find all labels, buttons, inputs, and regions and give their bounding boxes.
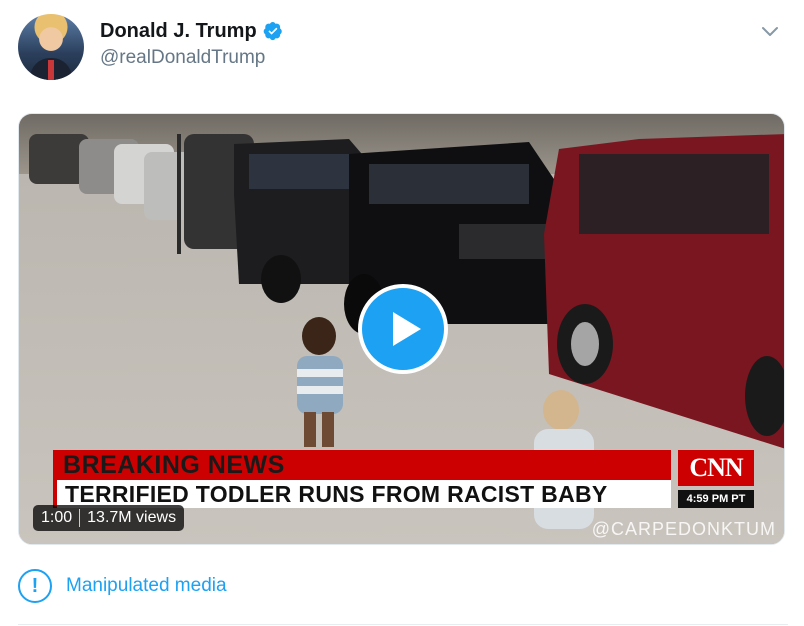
video-player[interactable]: BREAKING NEWS TERRIFIED TODLER RUNS FROM…: [18, 113, 785, 545]
user-info[interactable]: Donald J. Trump @realDonaldTrump: [100, 18, 283, 69]
bottom-divider: [18, 624, 788, 625]
chevron-down-icon[interactable]: [758, 22, 782, 42]
author-handle[interactable]: @realDonaldTrump: [100, 47, 283, 69]
video-views: 13.7M views: [87, 509, 177, 526]
headline-banner: TERRIFIED TODLER RUNS FROM RACIST BABY: [53, 480, 671, 508]
avatar[interactable]: [18, 14, 84, 80]
broadcast-time: 4:59 PM PT: [678, 490, 754, 508]
meta-divider: [79, 509, 81, 527]
breaking-news-banner: BREAKING NEWS: [53, 450, 671, 480]
play-button[interactable]: [358, 284, 448, 374]
verified-badge-icon: [263, 21, 283, 41]
manipulated-media-notice[interactable]: ! Manipulated media: [18, 566, 227, 606]
tweet-header: Donald J. Trump @realDonaldTrump: [18, 14, 788, 84]
user-name-row: Donald J. Trump: [100, 18, 283, 44]
author-name[interactable]: Donald J. Trump: [100, 20, 257, 43]
exclamation-circle-icon: !: [18, 569, 52, 603]
avatar-tie: [48, 60, 54, 80]
video-duration: 1:00: [41, 509, 73, 526]
video-watermark: @CARPEDONKTUM: [591, 519, 776, 539]
network-logo: CNN: [678, 450, 754, 486]
play-icon: [393, 312, 421, 346]
manipulated-media-link[interactable]: Manipulated media: [66, 575, 227, 597]
video-meta-badge: 1:00 13.7M views: [33, 505, 185, 531]
